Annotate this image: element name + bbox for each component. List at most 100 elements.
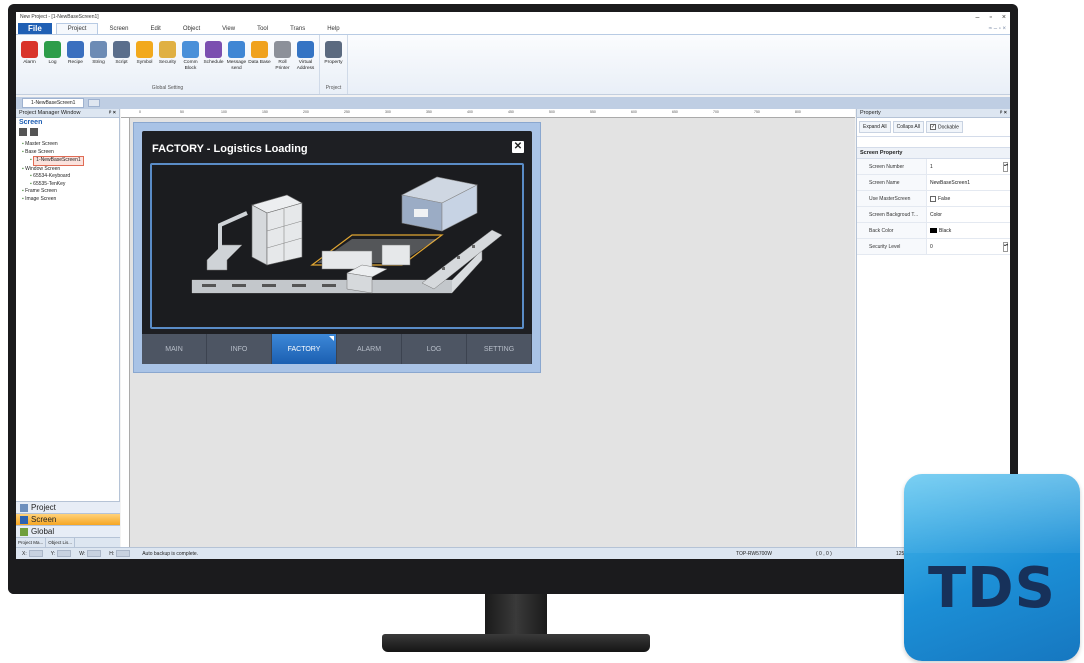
security-button[interactable]: Security xyxy=(156,37,179,71)
ruler-tick-label: 100 xyxy=(221,110,227,114)
ribbon-tab-project[interactable]: Project xyxy=(55,23,99,34)
w-input[interactable] xyxy=(87,550,102,557)
symbol-button[interactable]: Symbol xyxy=(133,37,156,71)
property-row-back-color: Back Color Black xyxy=(857,223,1010,240)
property-key: Back Color xyxy=(857,223,927,239)
hmi-screen-frame[interactable]: FACTORY - Logistics Loading ✕ MAIN INFO … xyxy=(133,122,541,373)
list-view-icon[interactable] xyxy=(19,128,27,136)
property-value-text: NewBaseScreen1 xyxy=(930,179,971,186)
script-button[interactable]: Script xyxy=(110,37,133,71)
tree-item[interactable]: ▪ Base Screen xyxy=(18,149,117,157)
property-value[interactable]: 1 ▴▾ xyxy=(927,159,1010,174)
comm-block-button[interactable]: Comm Block xyxy=(179,37,202,71)
ribbon-tab-object[interactable]: Object xyxy=(172,24,211,34)
property-section-header[interactable]: Screen Property xyxy=(857,147,1010,160)
tree-item[interactable]: ▪ 65535-TenKey xyxy=(18,181,117,189)
document-tabs: 1-NewBaseScreen1 xyxy=(16,97,1010,109)
screen-icon xyxy=(20,515,28,524)
string-label: String xyxy=(92,60,105,65)
h-input[interactable] xyxy=(116,550,131,557)
tab-project-manager[interactable]: Project Ma... xyxy=(16,538,47,547)
roll-printer-button[interactable]: Roll Printer xyxy=(271,37,294,71)
ruler-tick-label: 350 xyxy=(426,110,432,114)
x-input[interactable] xyxy=(28,550,43,557)
ribbon-tab-tool[interactable]: Tool xyxy=(246,24,279,34)
message-send-button[interactable]: Message send xyxy=(225,37,248,71)
ribbon-tab-help[interactable]: Help xyxy=(316,24,350,34)
tree-item[interactable]: ▪ Image Screen xyxy=(18,196,117,204)
ruler-tick-label: 450 xyxy=(508,110,514,114)
tree-item-label: Image Screen xyxy=(25,195,57,202)
log-button[interactable]: Log xyxy=(41,37,64,71)
left-ruler xyxy=(121,118,130,547)
ribbon-tab-view[interactable]: View xyxy=(211,24,246,34)
factory-illustration xyxy=(150,163,524,329)
tree-item[interactable]: ▪ Master Screen xyxy=(18,141,117,149)
symbol-icon xyxy=(136,41,153,58)
panel-title-bar: Project Manager Window ᵖ × xyxy=(16,109,119,118)
pin-icon[interactable]: ᵖ × xyxy=(1000,110,1007,116)
hmi-tab-factory[interactable]: FACTORY xyxy=(272,334,337,364)
tree-item[interactable]: ▪ Window Screen xyxy=(18,166,117,174)
property-checkbox[interactable] xyxy=(930,195,936,202)
spinner-icon[interactable]: ▴▾ xyxy=(1003,241,1008,252)
hmi-tab-info[interactable]: INFO xyxy=(207,334,272,364)
tree-item[interactable]: ▪ 65534-Keyboard xyxy=(18,173,117,181)
ruler-tick-label: 200 xyxy=(303,110,309,114)
app-window: New Project - [1-NewBaseScreen1] – ▫ × F… xyxy=(16,12,1010,559)
status-bar: X: Y: W: H: Auto backup is complete. TOP… xyxy=(16,547,1010,559)
spinner-icon[interactable]: ▴▾ xyxy=(1003,161,1008,172)
hmi-close-button[interactable]: ✕ xyxy=(512,141,524,153)
document-tab-close[interactable] xyxy=(88,99,101,107)
nav-global[interactable]: Global xyxy=(16,525,120,537)
property-value[interactable]: NewBaseScreen1 xyxy=(927,175,1010,190)
panel-heading: Screen xyxy=(19,119,43,126)
message-send-icon xyxy=(228,41,245,58)
property-button[interactable]: Property xyxy=(322,37,345,66)
dockable-checkbox[interactable]: ✓ xyxy=(930,124,936,130)
h-field: H: xyxy=(109,550,132,557)
data-base-button[interactable]: Data Base xyxy=(248,37,271,71)
hmi-tab-log[interactable]: LOG xyxy=(402,334,467,364)
property-value-text: Color xyxy=(930,211,942,218)
collapse-all-button[interactable]: Collaps All xyxy=(892,121,924,134)
property-value[interactable]: Black xyxy=(927,223,1010,238)
document-tab[interactable]: 1-NewBaseScreen1 xyxy=(22,98,85,108)
ribbon-tab-trans[interactable]: Trans xyxy=(279,24,316,34)
dockable-label: Dockable xyxy=(938,124,959,131)
design-canvas[interactable]: 0 50 100 150 200 250 300 350 400 450 500 550 600 650 7… xyxy=(121,109,855,547)
ruler-tick-label: 0 xyxy=(139,110,141,114)
ruler-tick-label: 550 xyxy=(590,110,596,114)
maximize-button[interactable]: ▫ xyxy=(989,14,991,21)
virtual-address-button[interactable]: Virtual Address xyxy=(294,37,317,71)
hmi-tab-setting[interactable]: SETTING xyxy=(467,334,532,364)
nav-screen[interactable]: Screen xyxy=(16,513,120,525)
nav-project[interactable]: Project xyxy=(16,501,120,513)
ribbon-window-controls[interactable]: ≈ – ▫ × xyxy=(989,26,1010,34)
grid-view-icon[interactable] xyxy=(30,128,38,136)
dockable-toggle[interactable]: ✓ Dockable xyxy=(926,121,963,134)
property-value[interactable]: Color xyxy=(927,207,1010,222)
property-value[interactable]: 0 ▴▾ xyxy=(927,239,1010,254)
recipe-button[interactable]: Recipe xyxy=(64,37,87,71)
alarm-button[interactable]: Alarm xyxy=(18,37,41,71)
ribbon-tab-screen[interactable]: Screen xyxy=(98,24,139,34)
expand-all-button[interactable]: Expand All xyxy=(859,121,891,134)
schedule-button[interactable]: Schedule xyxy=(202,37,225,71)
ribbon-tab-file[interactable]: File xyxy=(18,23,52,34)
pin-icon[interactable]: ᵖ × xyxy=(109,110,116,116)
tree-item[interactable]: ▪ Frame Screen xyxy=(18,188,117,196)
x-field: X: xyxy=(22,550,45,557)
minimize-button[interactable]: – xyxy=(976,14,980,21)
ribbon-tab-edit[interactable]: Edit xyxy=(139,24,171,34)
y-input[interactable] xyxy=(57,550,72,557)
string-button[interactable]: String xyxy=(87,37,110,71)
close-button[interactable]: × xyxy=(1002,14,1006,21)
status-message: Auto backup is complete. xyxy=(142,550,199,557)
tree-item[interactable]: ▪ 1-NewBaseScreen1 xyxy=(18,156,117,166)
tab-object-list[interactable]: Object Lis... xyxy=(46,538,76,547)
hmi-tab-alarm[interactable]: ALARM xyxy=(337,334,402,364)
property-value[interactable]: False xyxy=(927,191,1010,206)
data-base-label: Data Base xyxy=(248,60,271,65)
hmi-tab-main[interactable]: MAIN xyxy=(142,334,207,364)
